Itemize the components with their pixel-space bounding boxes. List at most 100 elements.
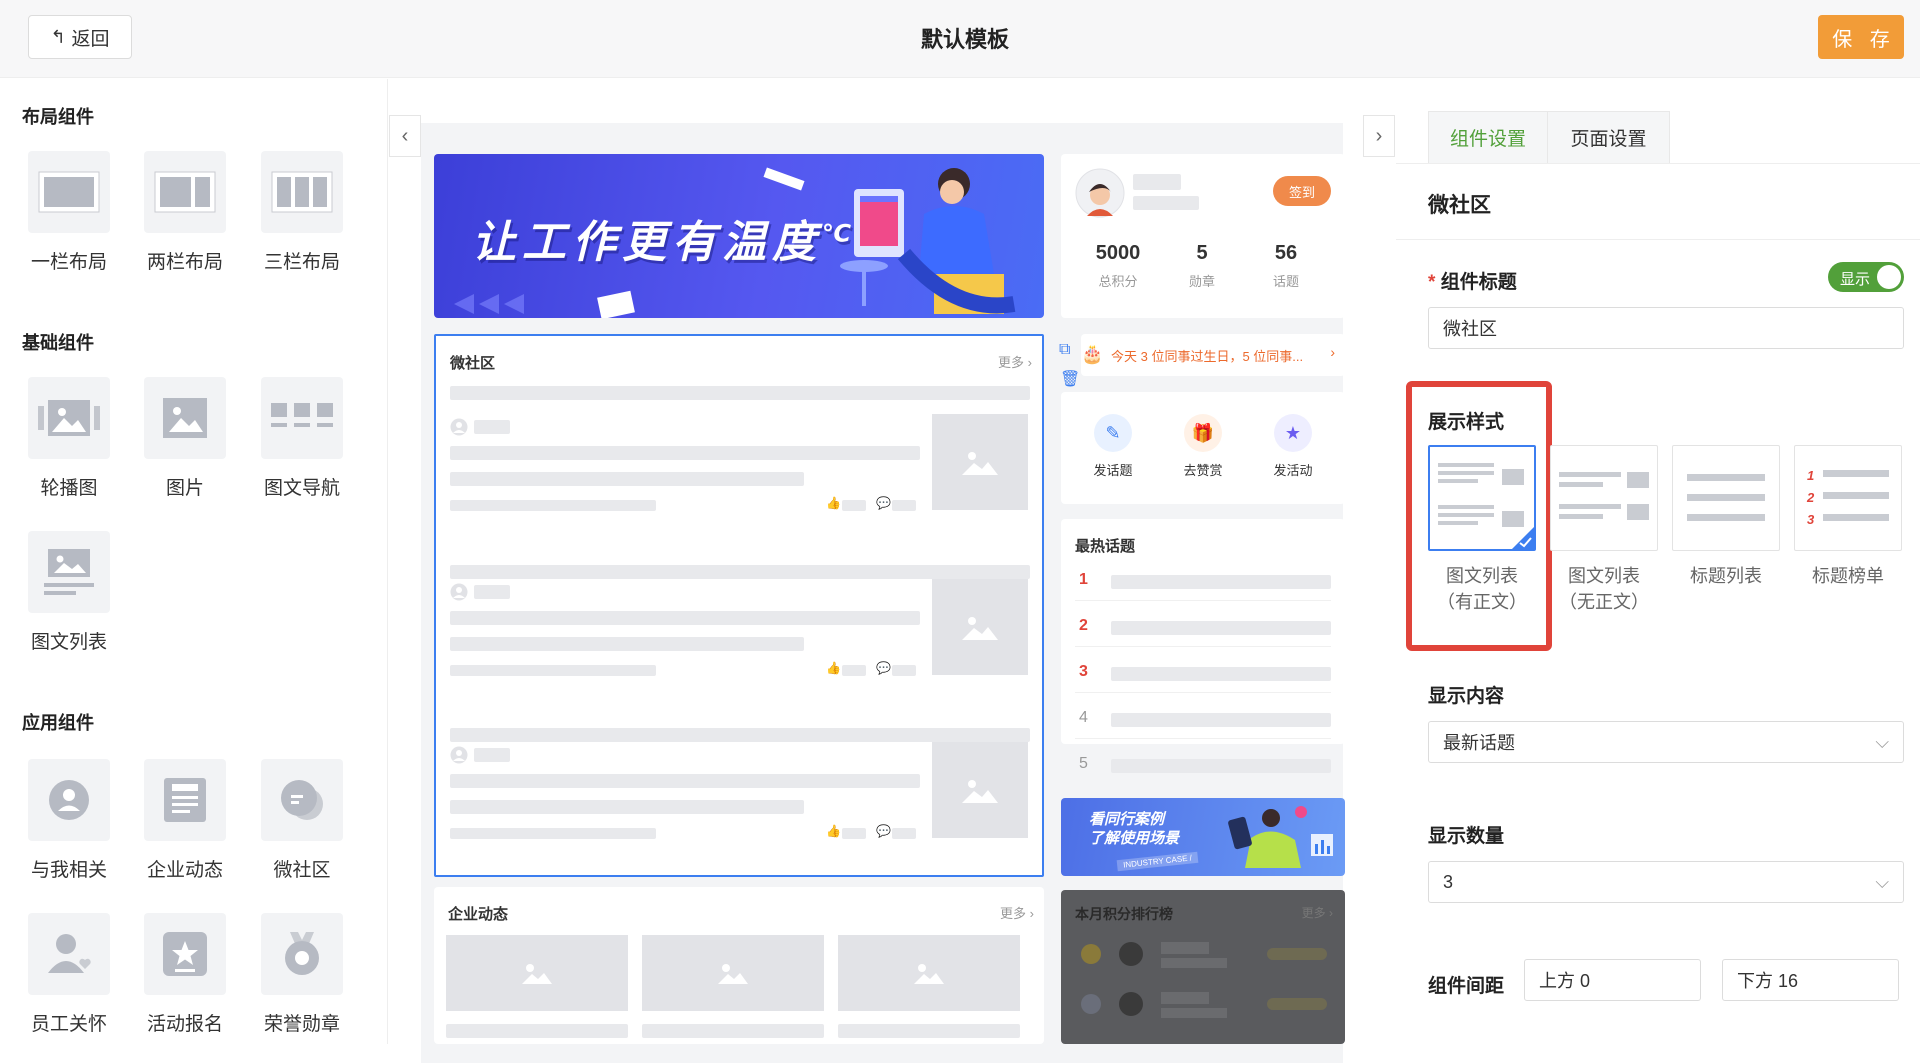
profile-card: 签到 5000 总积分 5 勋章 56 话题	[1061, 154, 1345, 318]
component-label: 图文导航	[263, 478, 340, 499]
post-topic-action[interactable]: ✎ 发话题	[1075, 414, 1151, 479]
employee-care-component[interactable]: 员工关怀	[14, 913, 124, 1036]
stat-label: 勋章	[1188, 274, 1215, 289]
company-news-component[interactable]: 企业动态	[130, 759, 240, 882]
tab-page-settings[interactable]: 页面设置	[1548, 111, 1670, 163]
save-button[interactable]: 保 存	[1818, 15, 1904, 59]
three-column-icon	[261, 151, 343, 233]
community-module-selected[interactable]: 微社区 更多 › 👍 💬 👍 💬 👍 💬	[434, 334, 1044, 877]
body-line-placeholder	[450, 446, 920, 460]
comment-icon: 💬	[876, 824, 891, 838]
birthday-notice[interactable]: 🎂 今天 3 位同事过生日，5 位同事... ›	[1081, 334, 1345, 376]
title-input[interactable]: 微社区	[1428, 307, 1904, 349]
comment-icon: 💬	[876, 661, 891, 675]
banner-slogan-text: 让工作更有温度	[472, 218, 822, 267]
display-count-label: 显示数量	[1428, 826, 1505, 847]
industry-case-banner[interactable]: 看同行案例 了解使用场景 INDUSTRY CASE /	[1061, 798, 1345, 876]
delete-icon[interactable]: 🗑	[1060, 369, 1080, 389]
points-ranking-card[interactable]: 本月积分排行榜 更多 ›	[1061, 890, 1345, 1044]
style-option-image-list-no-body[interactable]: 图文列表 （无正文）	[1550, 445, 1658, 615]
carousel-component[interactable]: 轮播图	[14, 377, 124, 500]
hot-topic-row[interactable]: 2	[1075, 617, 1331, 647]
company-news-module[interactable]: 企业动态 更多 ›	[434, 887, 1044, 1044]
chevron-right-icon: ›	[1375, 124, 1383, 147]
honor-medal-component[interactable]: 荣誉勋章	[247, 913, 357, 1036]
user-avatar-icon	[450, 418, 468, 436]
meta-placeholder	[450, 665, 656, 676]
show-title-toggle[interactable]: 显示	[1828, 262, 1904, 292]
basic-section-title: 基础组件	[22, 333, 94, 353]
comment-count-placeholder	[892, 828, 916, 839]
component-label: 图文列表	[30, 632, 107, 653]
community-title: 微社区	[450, 355, 496, 372]
points-ranking-more-link[interactable]: 更多 ›	[1302, 904, 1333, 921]
community-more-link[interactable]: 更多 ›	[998, 352, 1032, 371]
copy-icon[interactable]: ⧉	[1059, 341, 1070, 359]
style-thumb: 1 2 3	[1794, 445, 1902, 551]
three-column-layout[interactable]: 三栏布局	[247, 151, 357, 274]
news-icon	[144, 759, 226, 841]
hot-topic-row[interactable]: 5	[1075, 755, 1331, 785]
points-ranking-title: 本月积分排行榜	[1075, 906, 1173, 922]
like-count-placeholder	[842, 500, 866, 511]
style-caption: 标题榜单	[1812, 566, 1884, 586]
body-line-placeholder	[450, 611, 920, 625]
image-nav-component[interactable]: 图文导航	[247, 377, 357, 500]
rank-number: 5	[1079, 755, 1088, 772]
related-to-me-component[interactable]: 与我相关	[14, 759, 124, 882]
avatar	[1075, 168, 1125, 218]
micro-community-component[interactable]: 微社区	[247, 759, 357, 882]
spacing-bottom-input[interactable]: 下方 16	[1722, 959, 1899, 1001]
svg-text:3: 3	[1807, 512, 1815, 527]
image-list-icon	[28, 531, 110, 613]
post-item[interactable]: 👍 💬	[436, 414, 1042, 566]
style-option-title-list[interactable]: 标题列表	[1672, 445, 1780, 589]
body-line-placeholder	[450, 800, 804, 814]
toggle-label: 显示	[1840, 271, 1871, 288]
topic-title-placeholder	[1111, 667, 1331, 681]
image-component[interactable]: 图片	[130, 377, 240, 500]
topic-title-placeholder	[1111, 575, 1331, 589]
style-thumb	[1428, 445, 1536, 551]
company-news-more-link[interactable]: 更多 ›	[1000, 903, 1034, 922]
checkin-button[interactable]: 签到	[1273, 176, 1331, 206]
next-arrow-button[interactable]: ›	[1363, 115, 1395, 157]
post-item[interactable]: 👍 💬	[436, 565, 1042, 731]
topic-title-placeholder	[1111, 713, 1331, 727]
author-placeholder	[474, 748, 510, 762]
one-column-layout[interactable]: 一栏布局	[14, 151, 124, 274]
body-line-placeholder	[450, 774, 920, 788]
event-signup-component[interactable]: 活动报名	[130, 913, 240, 1036]
top-bar: ↰ 返回 默认模板 保 存	[0, 0, 1920, 78]
select-value: 最新话题	[1443, 733, 1515, 753]
carousel-banner[interactable]: 让工作更有温度℃	[434, 154, 1044, 318]
spacing-top-input[interactable]: 上方 0	[1524, 959, 1701, 1001]
style-option-title-ranking[interactable]: 1 2 3 标题榜单	[1794, 445, 1902, 589]
caption-line-1: 图文列表	[1446, 566, 1518, 586]
more-label: 更多	[1301, 906, 1326, 920]
prev-arrow-button[interactable]: ‹	[389, 115, 421, 157]
star-icon: ★	[1274, 414, 1312, 452]
stat-topics: 56 话题	[1247, 242, 1325, 290]
image-list-component[interactable]: 图文列表	[14, 531, 124, 654]
hot-topic-row[interactable]: 3	[1075, 663, 1331, 693]
style-option-image-list-with-body[interactable]: 图文列表 （有正文）	[1428, 445, 1536, 615]
tab-component-settings[interactable]: 组件设置	[1428, 111, 1548, 163]
hot-topic-row[interactable]: 1	[1075, 571, 1331, 601]
hot-topics-title: 最热话题	[1075, 538, 1136, 555]
stat-points: 5000 总积分	[1079, 242, 1157, 290]
select-value: 3	[1443, 871, 1454, 892]
appreciate-action[interactable]: 🎁 去赞赏	[1165, 414, 1241, 479]
post-item[interactable]: 👍 💬	[436, 728, 1042, 894]
case-line-2: 了解使用场景	[1089, 830, 1180, 847]
hot-topic-row[interactable]: 4	[1075, 709, 1331, 739]
body-line-placeholder	[450, 637, 804, 651]
display-content-select[interactable]: 最新话题 ⌵	[1428, 721, 1904, 763]
post-event-action[interactable]: ★ 发活动	[1255, 414, 1331, 479]
birthday-text: 今天 3 位同事过生日，5 位同事...	[1111, 349, 1304, 364]
cake-icon: 🎂	[1081, 344, 1104, 364]
display-content-label: 显示内容	[1428, 686, 1505, 707]
two-column-layout[interactable]: 两栏布局	[130, 151, 240, 274]
body-line-placeholder	[450, 472, 804, 486]
display-count-select[interactable]: 3 ⌵	[1428, 861, 1904, 903]
